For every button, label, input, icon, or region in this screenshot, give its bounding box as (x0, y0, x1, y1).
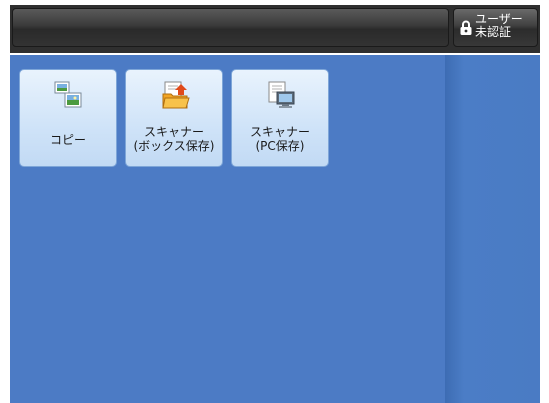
app-tile-copy[interactable]: コピー (19, 69, 117, 167)
login-button[interactable]: ユーザー 未認証 (453, 8, 538, 47)
app-tile-label: スキャナー (PC保存) (249, 125, 310, 153)
login-status-label: ユーザー 未認証 (475, 12, 523, 39)
lock-icon (460, 20, 472, 35)
scan-to-pc-icon (268, 81, 295, 108)
app-tile-scan-to-pc[interactable]: スキャナー (PC保存) (231, 69, 329, 167)
device-screen: ユーザー 未認証 コピー スキャナー (ボックス保存) スキャナー (PC保存) (10, 5, 540, 403)
app-tile-label: スキャナー (ボックス保存) (133, 125, 215, 153)
scan-to-folder-icon (162, 81, 190, 109)
copy-icon (54, 81, 82, 108)
app-tile-scan-to-box[interactable]: スキャナー (ボックス保存) (125, 69, 223, 167)
app-tile-label: コピー (49, 133, 86, 147)
app-menu-area: コピー スキャナー (ボックス保存) スキャナー (PC保存) (10, 55, 445, 403)
top-bar: ユーザー 未認証 (10, 5, 540, 53)
message-area (12, 8, 449, 47)
side-panel (445, 55, 540, 403)
